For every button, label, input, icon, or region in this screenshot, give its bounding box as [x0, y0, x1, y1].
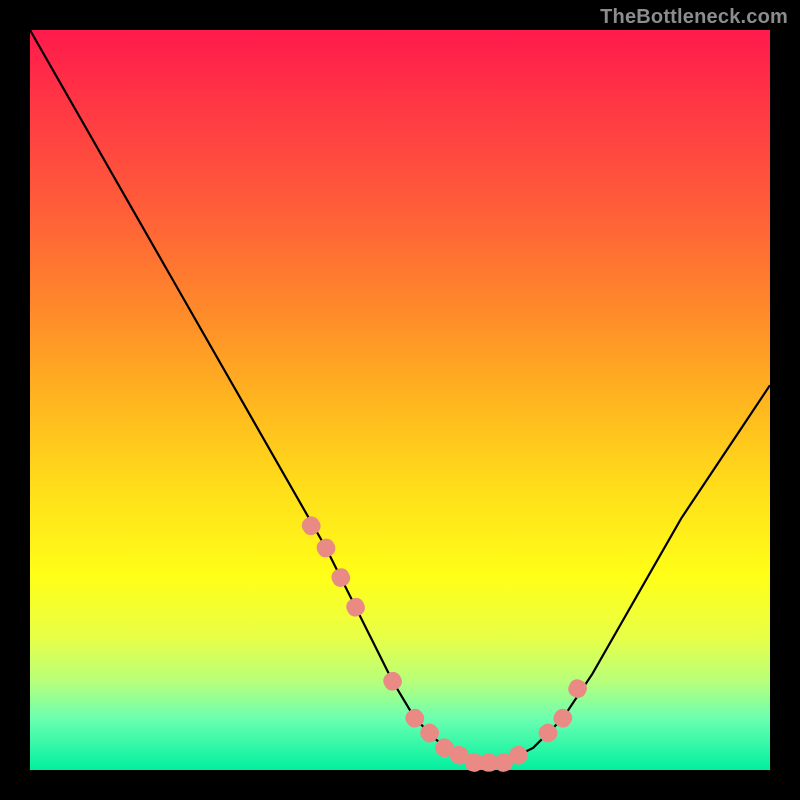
overlay-dot [380, 669, 404, 693]
bottleneck-curve [30, 30, 770, 763]
outer-frame: TheBottleneck.com [0, 0, 800, 800]
chart-svg [30, 30, 770, 770]
overlay-dot [299, 513, 324, 538]
overlay-dot [329, 566, 353, 590]
overlay-dot [566, 677, 590, 701]
plot-area [30, 30, 770, 770]
overlay-dot [314, 536, 339, 561]
overlay-dot [344, 595, 368, 619]
dot-overlay-group [299, 513, 590, 773]
watermark-text: TheBottleneck.com [600, 6, 788, 29]
